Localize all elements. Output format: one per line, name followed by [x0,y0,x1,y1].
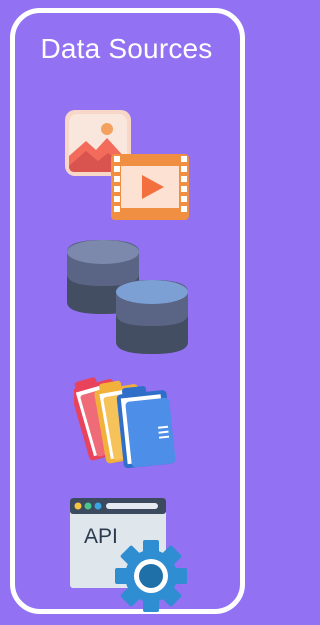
canvas: Data Sources API [0,0,253,625]
database-icon [67,240,188,354]
api-label: API [84,525,118,548]
panel-title: Data Sources [40,33,213,64]
api-settings-icon: API [70,498,187,612]
folders-icon [74,377,176,469]
image-and-video-icon [65,110,189,220]
